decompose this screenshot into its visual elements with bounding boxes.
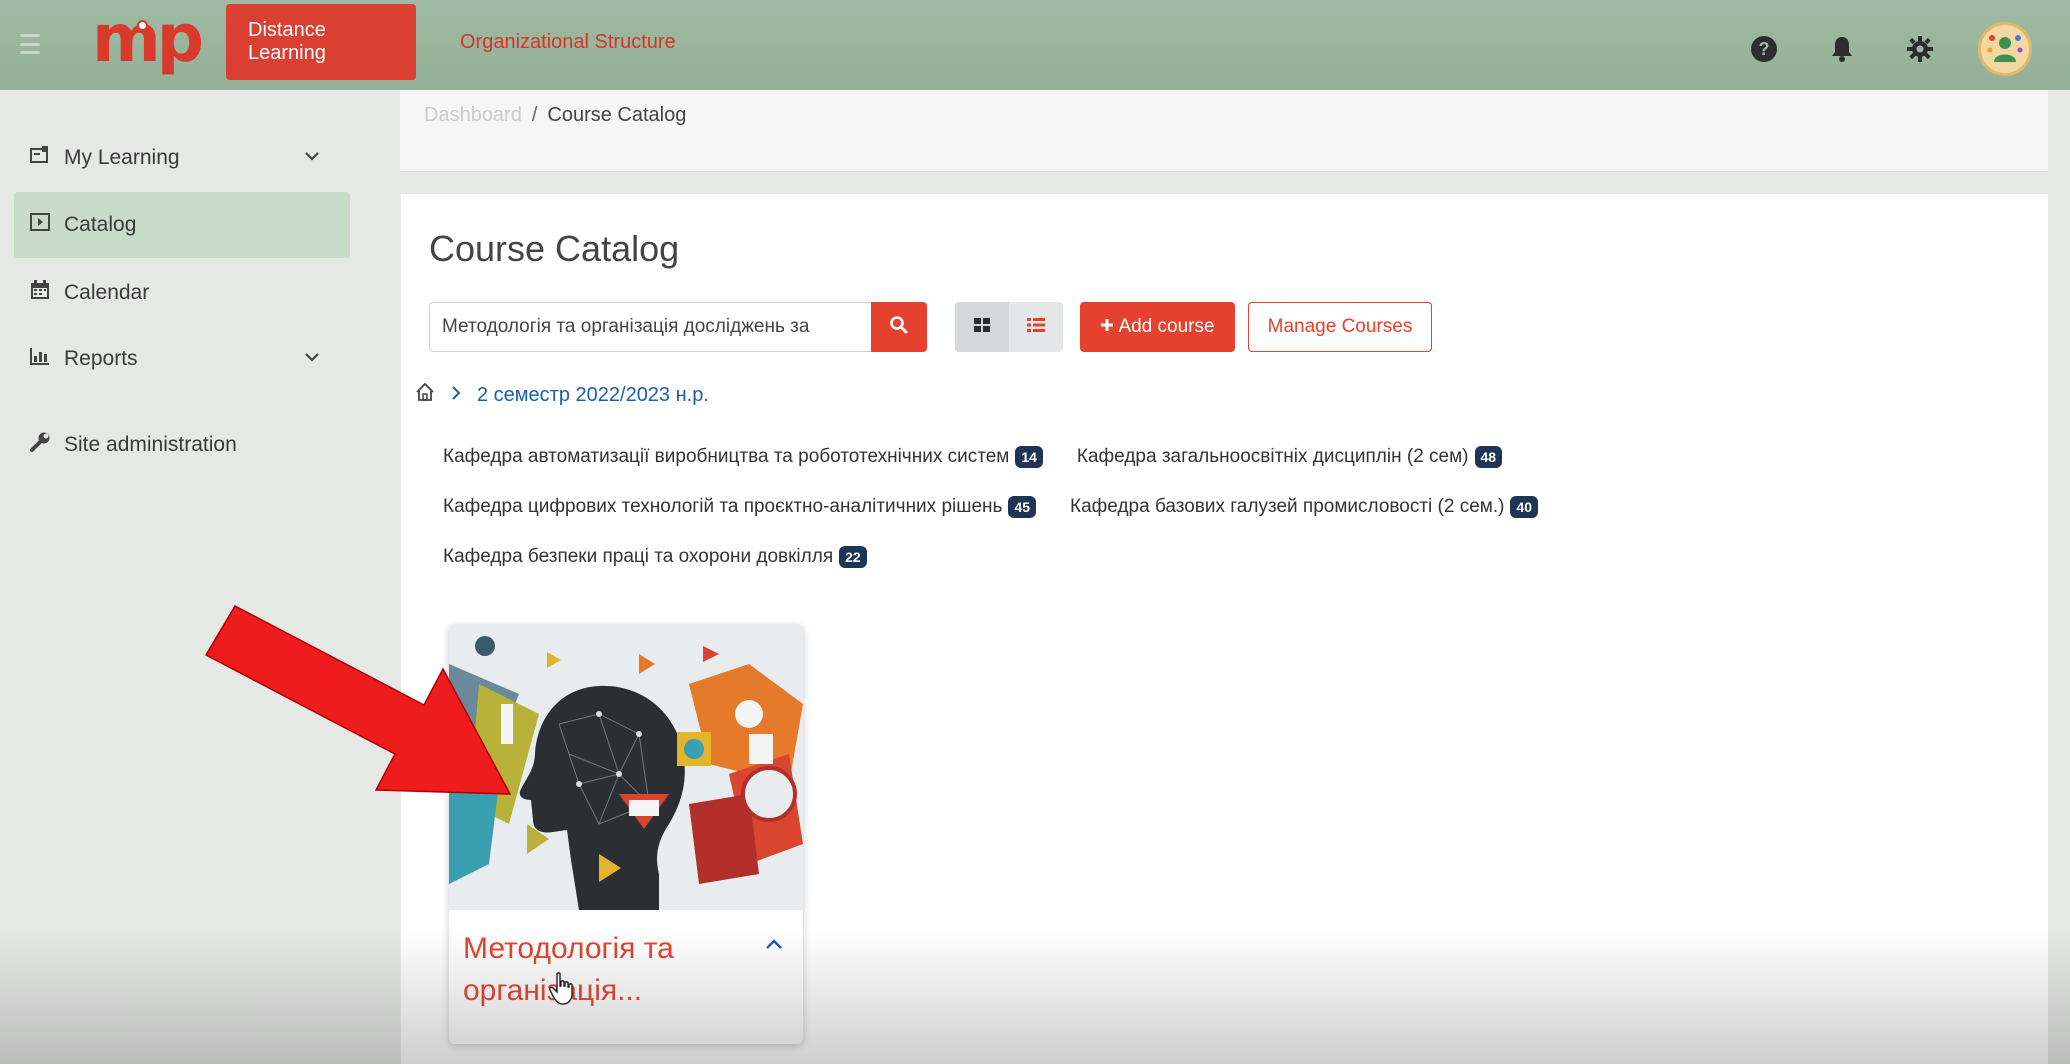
top-navbar: mp Distance Learning Organizational Stru… (0, 0, 2070, 90)
search-icon (889, 315, 909, 340)
breadcrumb-current: Course Catalog (547, 104, 687, 126)
view-toggle (955, 302, 1063, 352)
subcategory-name: Кафедра базових галузей промисловості (2… (1070, 496, 1505, 517)
subcategory-name: Кафедра загальноосвітніх дисциплін (2 се… (1076, 446, 1469, 467)
subcategory-item[interactable]: Кафедра безпеки праці та охорони довкілл… (443, 546, 867, 568)
count-badge: 14 (1015, 446, 1043, 468)
search-input[interactable] (429, 302, 871, 352)
tab-organizational-structure[interactable]: Organizational Structure (438, 4, 698, 80)
site-logo[interactable]: mp (92, 6, 204, 78)
search-button[interactable] (871, 302, 927, 352)
logo-dot (137, 20, 148, 31)
course-title-line-1: Методологія та (463, 932, 674, 965)
hand-cursor-icon (549, 972, 573, 1005)
page-title: Course Catalog (429, 228, 680, 269)
sidebar-item-label: Calendar (64, 281, 150, 304)
course-title[interactable]: Методологія та організація... (463, 928, 743, 1012)
help-icon[interactable]: ? (1744, 29, 1784, 69)
add-course-button[interactable]: Add course (1080, 302, 1235, 352)
sidebar-item-label: My Learning (64, 146, 180, 169)
sidebar-item-catalog[interactable]: Catalog (14, 192, 350, 258)
subcategory-name: Кафедра автоматизації виробництва та роб… (443, 446, 1010, 467)
avatar[interactable] (1978, 22, 2032, 76)
chevron-right-icon (451, 384, 461, 407)
count-badge: 40 (1510, 496, 1539, 518)
course-image[interactable] (449, 624, 803, 910)
subcategory-item[interactable]: Кафедра автоматизації виробництва та роб… (443, 446, 1043, 468)
subcategory-item[interactable]: Кафедра базових галузей промисловості (2… (1070, 496, 1539, 518)
category-path: 2 семестр 2022/2023 н.р. (415, 382, 709, 408)
plus-icon (1100, 316, 1114, 338)
category-path-link[interactable]: 2 семестр 2022/2023 н.р. (477, 384, 709, 407)
main-panel: Course Catalog Add course Manage Courses (400, 194, 2048, 1064)
subcategory-name: Кафедра безпеки праці та охорони довкілл… (443, 546, 834, 567)
count-badge: 22 (839, 546, 867, 568)
sidebar-item-label: Reports (64, 347, 138, 370)
chevron-down-icon[interactable] (304, 145, 320, 166)
gear-icon[interactable] (1900, 29, 1940, 69)
subcategory-name: Кафедра цифрових технологій та проєктно-… (443, 496, 1003, 517)
bell-icon[interactable] (1822, 29, 1862, 69)
sidebar: My Learning Catalog Calendar Reports Sit… (0, 90, 378, 1064)
subcategory-item[interactable]: Кафедра загальноосвітніх дисциплін (2 се… (1076, 446, 1503, 468)
wrench-icon (28, 431, 52, 459)
count-badge: 48 (1474, 446, 1503, 468)
catalog-icon (28, 213, 52, 237)
sidebar-item-label: Site administration (64, 433, 237, 456)
breadcrumb-separator: / (531, 104, 538, 126)
hamburger-menu-icon[interactable] (20, 34, 40, 54)
sidebar-item-label: Catalog (64, 213, 137, 236)
reports-icon (28, 347, 52, 371)
grid-view-button[interactable] (955, 302, 1009, 352)
my-learning-icon (28, 146, 52, 170)
chevron-down-icon[interactable] (304, 346, 320, 367)
course-title-line-2: організація... (463, 970, 743, 1012)
list-icon (1027, 317, 1045, 338)
calendar-icon (28, 280, 52, 306)
home-icon[interactable] (415, 382, 435, 408)
manage-courses-button[interactable]: Manage Courses (1248, 302, 1432, 352)
add-course-label: Add course (1118, 316, 1215, 337)
list-view-button[interactable] (1009, 302, 1063, 352)
sidebar-item-calendar[interactable]: Calendar (14, 260, 350, 326)
count-badge: 45 (1008, 496, 1037, 518)
course-card[interactable]: Методологія та організація... (449, 624, 803, 1044)
breadcrumb-bar: Dashboard / Course Catalog (400, 90, 2048, 172)
subcategory-item[interactable]: Кафедра цифрових технологій та проєктно-… (443, 496, 1037, 518)
sidebar-item-site-administration[interactable]: Site administration (14, 412, 350, 478)
sidebar-item-reports[interactable]: Reports (14, 326, 350, 392)
tab-distance-learning[interactable]: Distance Learning (226, 4, 416, 80)
sidebar-item-my-learning[interactable]: My Learning (14, 125, 350, 191)
breadcrumb: Dashboard / Course Catalog (424, 104, 686, 127)
chevron-up-icon[interactable] (765, 930, 783, 956)
grid-icon (973, 317, 991, 338)
breadcrumb-dashboard-link[interactable]: Dashboard (424, 104, 522, 127)
